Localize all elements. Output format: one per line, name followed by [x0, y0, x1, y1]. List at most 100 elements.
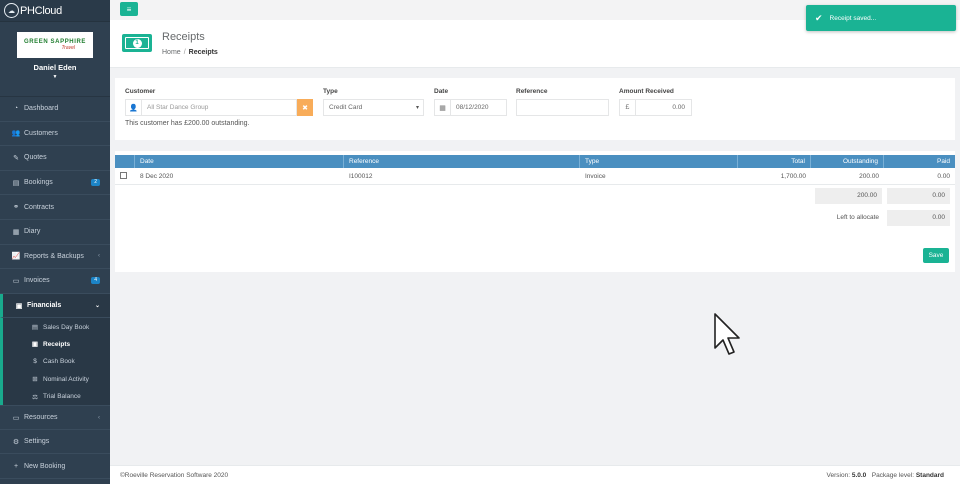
- sidebar-subitem-cash-book[interactable]: $ Cash Book: [0, 353, 110, 371]
- breadcrumb-home[interactable]: Home: [162, 49, 181, 56]
- user-name[interactable]: Daniel Eden: [34, 63, 77, 72]
- gears-icon: ⚙: [12, 438, 20, 446]
- outstanding-note: This customer has £200.00 outstanding.: [125, 120, 250, 127]
- row-checkbox[interactable]: [120, 172, 127, 179]
- page-title: Receipts: [162, 31, 205, 43]
- money-icon: ▣: [15, 302, 23, 310]
- sidebar-item-customers[interactable]: 👥 Customers: [0, 122, 110, 147]
- sidebar-subitem-sales-day-book[interactable]: ▤ Sales Day Book: [0, 318, 110, 336]
- bars-icon: ≡: [126, 4, 132, 14]
- money-bill-icon: ▣: [31, 341, 39, 349]
- sidebar-subitem-receipts[interactable]: ▣ Receipts: [0, 335, 110, 354]
- reference-input[interactable]: [516, 99, 609, 116]
- breadcrumb: Home / Receipts: [162, 49, 218, 56]
- user-icon: 👤: [126, 100, 142, 115]
- sidebar: ☁ PHCloud GREEN SAPPHIRE Travel Daniel E…: [0, 0, 110, 484]
- list-icon: ▤: [31, 324, 39, 332]
- sidebar-item-bookings[interactable]: ▤ Bookings 2: [0, 171, 110, 196]
- amount-input[interactable]: £ 0.00: [619, 99, 692, 116]
- sidebar-item-settings[interactable]: ⚙ Settings: [0, 430, 110, 455]
- plus-icon: +: [13, 462, 19, 470]
- breadcrumb-current: Receipts: [188, 49, 218, 56]
- users-icon: 👥: [11, 130, 21, 138]
- pencil-icon: ✎: [13, 154, 19, 162]
- copyright: ©Roeville Reservation Software 2020: [120, 472, 229, 479]
- customer-value: All Star Dance Group: [147, 104, 209, 111]
- cell-paid[interactable]: 0.00: [884, 168, 955, 185]
- table-row[interactable]: 8 Dec 2020 I100012 Invoice 1,700.00 200.…: [115, 168, 955, 185]
- column-header-total[interactable]: Total: [738, 155, 811, 168]
- column-header-paid[interactable]: Paid: [884, 155, 955, 168]
- date-field[interactable]: ▦ 08/12/2020: [434, 99, 507, 116]
- sidebar-item-dashboard[interactable]: ◔ Dashboard: [0, 97, 110, 122]
- column-header-reference[interactable]: Reference: [344, 155, 580, 168]
- chevron-down-icon: ⌄: [94, 303, 100, 310]
- cell-type: Invoice: [585, 173, 606, 180]
- left-to-allocate-value: 0.00: [887, 210, 950, 226]
- amount-value: 0.00: [672, 104, 685, 111]
- calendar-icon: ▦: [435, 100, 451, 115]
- sum-outstanding: 200.00: [815, 188, 882, 204]
- amount-label: Amount Received: [619, 88, 674, 95]
- chevron-down-icon: ▾: [415, 105, 419, 111]
- success-toast[interactable]: ✔ Receipt saved...: [806, 5, 956, 31]
- left-to-allocate-label: Left to allocate: [836, 214, 879, 221]
- type-value: Credit Card: [329, 104, 363, 111]
- sidebar-item-resources[interactable]: ▭ Resources ‹: [0, 405, 110, 430]
- sidebar-subitem-trial-balance[interactable]: ⚖ Trial Balance: [0, 387, 110, 406]
- receipt-form: Customer 👤 All Star Dance Group ✖ Type C…: [115, 78, 955, 140]
- times-icon: ✖: [302, 104, 308, 112]
- chevron-left-icon: ‹: [98, 414, 100, 421]
- sidebar-item-financials[interactable]: ▣ Financials ⌄: [0, 293, 110, 319]
- check-circle-icon: ✔: [815, 12, 823, 23]
- calendar-icon: ▦: [12, 228, 20, 236]
- chevron-left-icon: ‹: [98, 253, 100, 260]
- profile: GREEN SAPPHIRE Travel Daniel Eden ▼: [0, 22, 110, 97]
- cell-total: 1,700.00: [780, 173, 806, 180]
- line-chart-icon: 📈: [11, 253, 21, 261]
- sidebar-item-reports[interactable]: 📈 Reports & Backups ‹: [0, 245, 110, 270]
- sum-paid: 0.00: [887, 188, 950, 204]
- sidebar-item-contracts[interactable]: ⚭ Contracts: [0, 195, 110, 220]
- cell-date: 8 Dec 2020: [140, 173, 174, 180]
- bookings-badge: 2: [91, 179, 100, 187]
- brand-name: PHCloud: [20, 4, 62, 17]
- company-logo: GREEN SAPPHIRE Travel: [17, 32, 93, 58]
- sidebar-item-quotes[interactable]: ✎ Quotes: [0, 146, 110, 171]
- sidebar-item-new-booking[interactable]: + New Booking: [0, 454, 110, 480]
- sidebar-item-diary[interactable]: ▦ Diary: [0, 220, 110, 245]
- sidebar-item-invoices[interactable]: ▭ Invoices 4: [0, 269, 110, 294]
- date-value: 08/12/2020: [456, 104, 489, 111]
- allocation-table: Date Reference Type Total Outstanding Pa…: [115, 151, 955, 272]
- customer-field[interactable]: 👤 All Star Dance Group: [125, 99, 297, 116]
- handshake-icon: ⚭: [13, 204, 19, 212]
- table-header: Date Reference Type Total Outstanding Pa…: [115, 155, 955, 168]
- mouse-cursor-icon: [714, 313, 740, 355]
- clear-customer-button[interactable]: ✖: [297, 99, 313, 116]
- brand[interactable]: ☁ PHCloud: [0, 0, 110, 22]
- dollar-icon: $: [33, 358, 37, 366]
- footer: ©Roeville Reservation Software 2020 Vers…: [110, 465, 960, 484]
- column-header-type[interactable]: Type: [580, 155, 738, 168]
- customer-label: Customer: [125, 88, 156, 95]
- main-content: ≡ ✔ Receipt saved... 1 Receipts Home / Rec…: [110, 0, 960, 484]
- toast-message: Receipt saved...: [829, 14, 877, 22]
- balance-scale-icon: ⚖: [32, 393, 38, 401]
- sitemap-icon: ⊞: [32, 376, 38, 384]
- folder-icon: ▭: [12, 414, 20, 422]
- money-bill-icon: 1: [122, 34, 152, 52]
- save-button[interactable]: Save: [923, 248, 949, 263]
- type-select[interactable]: Credit Card ▾: [323, 99, 424, 116]
- hamburger-menu-button[interactable]: ≡: [120, 2, 138, 16]
- column-header-date[interactable]: Date: [135, 155, 344, 168]
- invoice-icon: ▭: [12, 277, 20, 285]
- column-header-outstanding[interactable]: Outstanding: [811, 155, 884, 168]
- currency-symbol: £: [620, 100, 636, 115]
- date-label: Date: [434, 88, 449, 95]
- dashboard-icon: ◔: [13, 105, 19, 113]
- caret-down-icon[interactable]: ▼: [53, 74, 58, 80]
- reference-label: Reference: [516, 88, 548, 95]
- cloud-logo-icon: ☁: [4, 3, 19, 18]
- invoices-badge: 4: [91, 277, 100, 285]
- sidebar-subitem-nominal-activity[interactable]: ⊞ Nominal Activity: [0, 370, 110, 388]
